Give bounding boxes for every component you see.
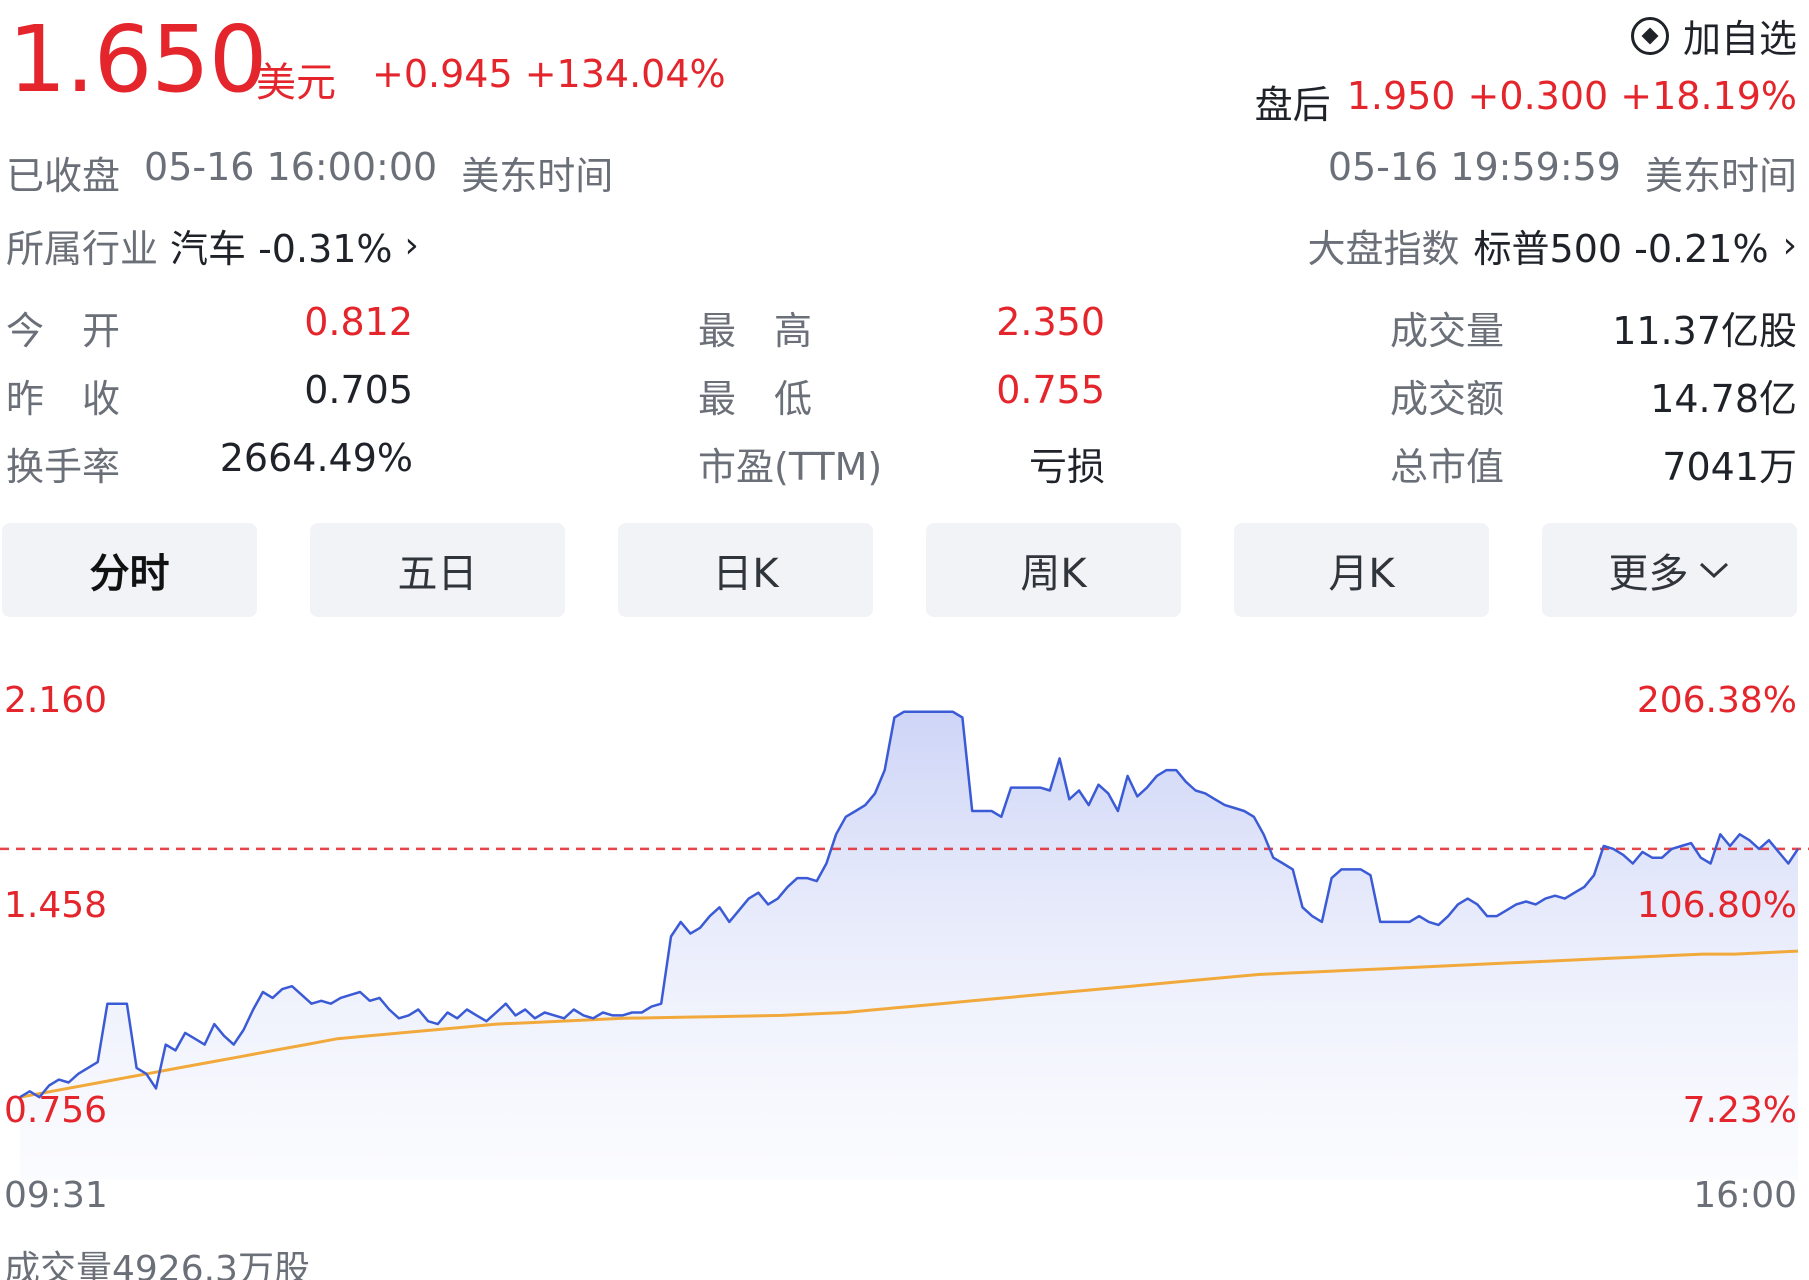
price-change: +0.945 +134.04% xyxy=(372,52,726,96)
pe-value: 亏损 xyxy=(1028,445,1105,489)
turnover-label: 换手率 xyxy=(6,445,121,489)
add-watchlist-icon xyxy=(1630,16,1669,55)
market-status: 已收盘 05-16 16:00:00 美东时间 xyxy=(6,145,613,200)
open-label: 今 开 xyxy=(6,309,121,353)
tab-label: 月K xyxy=(1328,551,1395,597)
high-label: 最 高 xyxy=(698,309,813,353)
volume-footer: 成交量4926.3万股 xyxy=(4,1249,310,1280)
index-value: 标普500 -0.21% xyxy=(1473,227,1769,271)
industry-label: 所属行业 xyxy=(6,227,159,271)
prev-close-value: 0.705 xyxy=(304,368,413,412)
mktcap-value: 7041万 xyxy=(1662,445,1797,489)
y-tick-pct-label: 106.80% xyxy=(1637,885,1797,926)
pe-label: 市盈(TTM) xyxy=(698,445,883,489)
add-watchlist-button[interactable]: 加自选 xyxy=(1630,8,1797,63)
intraday-chart[interactable]: 2.160 206.38% 1.458 106.80% 0.756 7.23% xyxy=(0,660,1809,1200)
chevron-right-icon: › xyxy=(1782,225,1797,266)
after-time: 05-16 19:59:59 xyxy=(1327,145,1621,189)
volume-label: 成交量 xyxy=(1390,309,1505,353)
industry-link[interactable]: 所属行业 汽车 -0.31% › xyxy=(6,218,419,273)
volume-value: 11.37亿股 xyxy=(1612,309,1797,353)
after-timezone: 美东时间 xyxy=(1644,154,1797,198)
chevron-down-icon xyxy=(1699,562,1728,579)
amount-label: 成交额 xyxy=(1390,377,1505,421)
currency-label: 美元 xyxy=(256,60,336,106)
price-area-fill xyxy=(20,711,1798,1180)
y-tick-pct-label: 7.23% xyxy=(1683,1090,1797,1131)
chevron-right-icon: › xyxy=(404,225,419,266)
price-area xyxy=(20,711,1798,1180)
tab-label: 更多 xyxy=(1608,551,1689,597)
high-value: 2.350 xyxy=(996,300,1105,344)
index-link[interactable]: 大盘指数 标普500 -0.21% › xyxy=(1308,218,1797,273)
y-tick-label: 2.160 xyxy=(4,680,107,721)
low-label: 最 低 xyxy=(698,377,813,421)
tab-five-day[interactable]: 五日 xyxy=(310,523,565,617)
close-time: 05-16 16:00:00 xyxy=(144,145,438,189)
add-watchlist-label: 加自选 xyxy=(1682,17,1797,61)
after-hours-values: 1.950 +0.300 +18.19% xyxy=(1346,74,1797,118)
tab-monthly-k[interactable]: 月K xyxy=(1234,523,1489,617)
amount-value: 14.78亿 xyxy=(1650,377,1797,421)
y-tick-label: 0.756 xyxy=(4,1090,107,1131)
mktcap-label: 总市值 xyxy=(1390,445,1505,489)
after-hours-label: 盘后 xyxy=(1254,83,1331,127)
tab-label: 五日 xyxy=(397,551,478,597)
turnover-value: 2664.49% xyxy=(219,436,413,480)
index-label: 大盘指数 xyxy=(1307,227,1460,271)
after-hours-quote: 盘后 1.950 +0.300 +18.19% xyxy=(1255,74,1797,129)
tab-more[interactable]: 更多 xyxy=(1542,523,1797,617)
tab-label: 分时 xyxy=(89,551,170,597)
industry-value: 汽车 -0.31% xyxy=(170,227,393,271)
x-axis-end-label: 16:00 xyxy=(1693,1175,1797,1216)
tab-weekly-k[interactable]: 周K xyxy=(926,523,1181,617)
tab-label: 周K xyxy=(1020,551,1087,597)
timezone: 美东时间 xyxy=(461,154,614,198)
open-value: 0.812 xyxy=(304,300,413,344)
y-tick-pct-label: 206.38% xyxy=(1637,680,1797,721)
y-tick-label: 1.458 xyxy=(4,885,107,926)
x-axis-start-label: 09:31 xyxy=(4,1175,108,1216)
prev-close-label: 昨 收 xyxy=(6,377,121,421)
chart-period-tabs: 分时 五日 日K 周K 月K 更多 xyxy=(2,523,1807,617)
status-text: 已收盘 xyxy=(6,154,121,198)
current-price: 1.650 xyxy=(8,6,267,113)
tab-intraday[interactable]: 分时 xyxy=(2,523,257,617)
low-value: 0.755 xyxy=(996,368,1105,412)
tab-label: 日K xyxy=(712,551,779,597)
tab-daily-k[interactable]: 日K xyxy=(618,523,873,617)
after-hours-time: 05-16 19:59:59 美东时间 xyxy=(1328,145,1797,200)
